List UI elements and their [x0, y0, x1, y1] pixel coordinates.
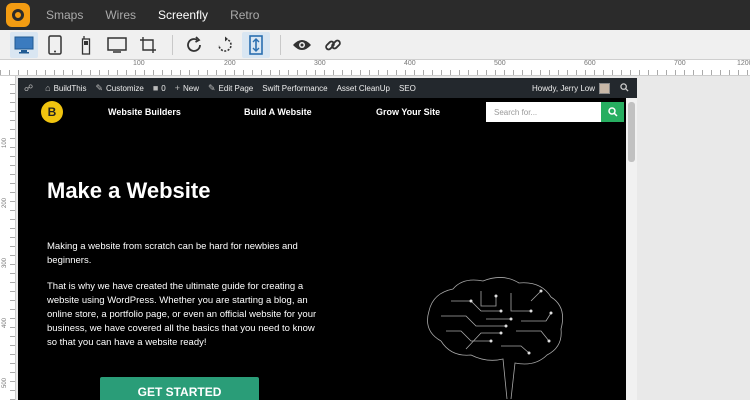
preview-icon[interactable]: [288, 32, 316, 58]
home-icon: ⌂: [45, 83, 51, 93]
tv-icon[interactable]: [103, 32, 131, 58]
plus-icon: +: [174, 83, 180, 93]
link-icon[interactable]: [319, 32, 347, 58]
comment-icon: ■: [152, 83, 159, 93]
tab-screenfly[interactable]: Screenfly: [158, 0, 208, 30]
ruler-tick: 300: [314, 60, 326, 67]
device-toolbar: [0, 30, 750, 60]
admin-asset-link[interactable]: Asset CleanUp: [337, 84, 390, 93]
admin-comments-link[interactable]: ■ 0: [153, 83, 166, 93]
search-icon[interactable]: [620, 82, 629, 94]
tab-wires[interactable]: Wires: [105, 0, 136, 30]
site-nav: B Website Builders Build A Website Grow …: [18, 98, 637, 126]
search-button[interactable]: [601, 102, 624, 122]
nav-grow-your-site[interactable]: Grow Your Site: [376, 107, 440, 117]
rotate-icon[interactable]: [211, 32, 239, 58]
tab-retro[interactable]: Retro: [230, 0, 259, 30]
app-tabs: Smaps Wires Screenfly Retro: [46, 0, 281, 30]
custom-size-icon[interactable]: [134, 32, 162, 58]
hero-body: That is why we have created the ultimate…: [47, 281, 317, 348]
refresh-icon[interactable]: [180, 32, 208, 58]
vertical-ruler: 100 200 300 400 500: [0, 76, 16, 400]
admin-edit-link[interactable]: ✎ Edit Page: [208, 83, 253, 94]
avatar[interactable]: [599, 82, 610, 94]
nav-build-a-website[interactable]: Build A Website: [244, 107, 312, 117]
hero-title: Make a Website: [47, 178, 211, 203]
admin-new-link[interactable]: + New: [175, 83, 199, 93]
toolbar-divider: [172, 34, 173, 55]
ruler-tick: 500: [494, 60, 506, 67]
mobile-icon[interactable]: [72, 32, 100, 58]
admin-customize-link[interactable]: ✎ Customize: [95, 83, 143, 94]
ruler-tick: 600: [584, 60, 596, 67]
toolbar-divider: [280, 34, 281, 55]
ruler-tick: 300: [2, 257, 8, 268]
hero-section: Make a Website Making a website from scr…: [18, 126, 626, 400]
tablet-icon[interactable]: [41, 32, 69, 58]
ruler-tick: 200: [224, 60, 236, 67]
ruler-tick: 100: [2, 137, 8, 148]
admin-swift-link[interactable]: Swift Performance: [262, 84, 327, 93]
hero-intro: Making a website from scratch can be har…: [47, 241, 298, 266]
desktop-icon[interactable]: [10, 31, 38, 58]
ruler-tick: 100: [133, 60, 145, 67]
ruler-tick: 400: [2, 317, 8, 328]
admin-site-link[interactable]: ⌂ BuildThis: [45, 83, 86, 93]
search-icon: [607, 107, 618, 117]
ruler-tick: 200: [2, 197, 8, 208]
admin-seo-link[interactable]: SEO: [399, 84, 416, 93]
preview-frame: ☍ ⌂ BuildThis ✎ Customize ■ 0 + New ✎ Edit Pa…: [18, 78, 637, 400]
scroll-icon[interactable]: [242, 31, 270, 58]
nav-website-builders[interactable]: Website Builders: [108, 107, 181, 117]
app-topbar: Smaps Wires Screenfly Retro: [0, 0, 750, 30]
get-started-button[interactable]: GET STARTED: [100, 377, 259, 400]
ruler-tick: 1200: [737, 60, 750, 67]
brand-logo[interactable]: B: [41, 101, 63, 123]
pencil-icon: ✎: [207, 82, 216, 93]
ruler-tick: 500: [2, 377, 8, 388]
tab-smaps[interactable]: Smaps: [46, 0, 83, 30]
scrollbar-thumb[interactable]: [628, 102, 635, 162]
brush-icon: ✎: [95, 82, 104, 93]
wp-admin-bar: ☍ ⌂ BuildThis ✎ Customize ■ 0 + New ✎ Edit Pa…: [18, 78, 637, 98]
brain-circuit-illustration: [427, 277, 564, 400]
ruler-tick: 700: [674, 60, 686, 67]
app-logo-icon[interactable]: [6, 3, 30, 27]
ruler-tick: 400: [404, 60, 416, 67]
horizontal-ruler: 100 200 300 400 500 600 700 800 900 1000…: [0, 60, 750, 76]
wp-logo-icon[interactable]: ☍: [24, 83, 36, 94]
preview-scrollbar[interactable]: [626, 98, 637, 400]
site-search-input[interactable]: Search for...: [486, 102, 601, 122]
admin-howdy[interactable]: Howdy, Jerry Low: [532, 84, 595, 93]
